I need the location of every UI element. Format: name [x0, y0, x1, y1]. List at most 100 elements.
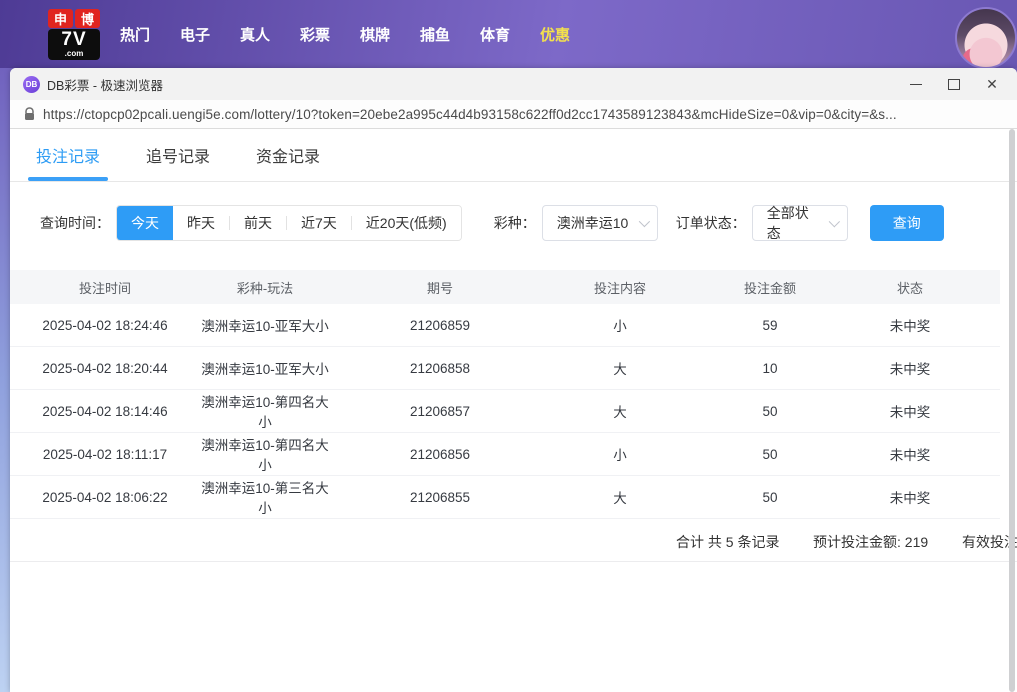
minimize-icon [910, 84, 922, 85]
record-tabs: 投注记录 追号记录 资金记录 [10, 129, 1017, 182]
cell-bet-content: 小 [550, 433, 690, 476]
table-row: 2025-04-02 18:11:17 澳洲幸运10-第四名大小 2120685… [10, 433, 1000, 476]
cell-status: 未中奖 [850, 304, 970, 347]
summary-expected-amount: 预计投注金额: 219 [813, 532, 928, 552]
cell-bet-content: 大 [550, 347, 690, 390]
vertical-scrollbar[interactable] [1009, 129, 1015, 692]
col-bet-amount: 投注金额 [690, 270, 850, 304]
nav-item-chess[interactable]: 棋牌 [345, 24, 405, 45]
time-range-group: 今天 昨天 前天 近7天 近20天(低频) [116, 205, 462, 241]
close-icon: ✕ [986, 77, 998, 91]
order-status-value: 全部状态 [767, 203, 819, 243]
cell-bet-amount: 59 [690, 304, 850, 347]
page-content: 投注记录 追号记录 资金记录 查询时间： 今天 昨天 前天 近7天 近20天(低… [10, 129, 1017, 692]
table-row: 2025-04-02 18:06:22 澳洲幸运10-第三名大小 2120685… [10, 476, 1000, 519]
logo-main-block: 7V .com [48, 29, 100, 60]
cell-bet-content: 大 [550, 476, 690, 519]
cell-bet-time: 2025-04-02 18:24:46 [10, 304, 200, 347]
time-option-today[interactable]: 今天 [117, 206, 173, 240]
bet-records-table: 投注时间 彩种-玩法 期号 投注内容 投注金额 状态 2025-04-02 18… [10, 270, 1000, 519]
tab-bet-records[interactable]: 投注记录 [36, 129, 100, 181]
browser-urlbar[interactable]: https://ctopcp02pcali.uengi5e.com/lotter… [10, 100, 1017, 129]
tab-fund-records[interactable]: 资金记录 [256, 129, 320, 181]
col-bet-content: 投注内容 [550, 270, 690, 304]
cell-lottery-play: 澳洲幸运10-第四名大小 [200, 433, 330, 476]
url-text[interactable]: https://ctopcp02pcali.uengi5e.com/lotter… [43, 107, 897, 122]
minimize-button[interactable] [897, 68, 935, 100]
col-bet-time: 投注时间 [10, 270, 200, 304]
browser-window: DB DB彩票 - 极速浏览器 ✕ https://ctopcp02pcali.… [10, 68, 1017, 692]
logo-red-badge-right: 博 [75, 9, 100, 28]
status-filter-label: 订单状态： [676, 213, 746, 233]
search-button[interactable]: 查询 [870, 205, 944, 241]
cell-bet-content: 小 [550, 304, 690, 347]
chevron-down-icon [829, 216, 840, 227]
logo-main-text: 7V [61, 30, 86, 50]
maximize-icon [948, 79, 960, 90]
site-nav-menu: 热门 电子 真人 彩票 棋牌 捕鱼 体育 优惠 [105, 0, 585, 68]
col-lottery-play: 彩种-玩法 [200, 270, 330, 304]
cell-lottery-play: 澳洲幸运10-第四名大小 [200, 390, 330, 433]
time-option-20days[interactable]: 近20天(低频) [352, 206, 461, 240]
summary-row: 合计 共 5 条记录 预计投注金额: 219 有效投注 [10, 519, 1017, 562]
time-option-7days[interactable]: 近7天 [287, 206, 351, 240]
lottery-filter-label: 彩种： [494, 213, 536, 233]
site-nav-bar: 申 博 7V .com 热门 电子 真人 彩票 棋牌 捕鱼 体育 优惠 [0, 0, 1017, 68]
cell-issue: 21206859 [330, 304, 550, 347]
cell-status: 未中奖 [850, 433, 970, 476]
cell-lottery-play: 澳洲幸运10-亚军大小 [200, 347, 330, 390]
window-controls: ✕ [897, 68, 1011, 100]
maximize-button[interactable] [935, 68, 973, 100]
summary-total-records: 合计 共 5 条记录 [676, 532, 779, 552]
cell-status: 未中奖 [850, 390, 970, 433]
cell-bet-amount: 50 [690, 433, 850, 476]
nav-item-sports[interactable]: 体育 [465, 24, 525, 45]
cell-issue: 21206857 [330, 390, 550, 433]
nav-item-lottery[interactable]: 彩票 [285, 24, 345, 45]
cell-bet-amount: 50 [690, 390, 850, 433]
cell-bet-time: 2025-04-02 18:06:22 [10, 476, 200, 519]
table-row: 2025-04-02 18:20:44 澳洲幸运10-亚军大小 21206858… [10, 347, 1000, 390]
logo-sub-text: .com [65, 50, 84, 58]
cell-bet-time: 2025-04-02 18:14:46 [10, 390, 200, 433]
user-avatar[interactable] [955, 7, 1017, 69]
cell-issue: 21206856 [330, 433, 550, 476]
lottery-select-value: 澳洲幸运10 [557, 213, 629, 233]
cell-lottery-play: 澳洲幸运10-第三名大小 [200, 476, 330, 519]
cell-bet-content: 大 [550, 390, 690, 433]
nav-item-promo[interactable]: 优惠 [525, 24, 585, 45]
cell-bet-amount: 10 [690, 347, 850, 390]
table-header-row: 投注时间 彩种-玩法 期号 投注内容 投注金额 状态 [10, 270, 1000, 304]
cell-lottery-play: 澳洲幸运10-亚军大小 [200, 304, 330, 347]
browser-app-icon: DB [23, 76, 40, 93]
col-issue: 期号 [330, 270, 550, 304]
window-titlebar[interactable]: DB DB彩票 - 极速浏览器 ✕ [10, 68, 1017, 100]
cell-status: 未中奖 [850, 476, 970, 519]
time-option-yesterday[interactable]: 昨天 [173, 206, 229, 240]
table-row: 2025-04-02 18:14:46 澳洲幸运10-第四名大小 2120685… [10, 390, 1000, 433]
cell-issue: 21206858 [330, 347, 550, 390]
cell-bet-amount: 50 [690, 476, 850, 519]
window-title: DB彩票 - 极速浏览器 [47, 75, 163, 94]
table-row: 2025-04-02 18:24:46 澳洲幸运10-亚军大小 21206859… [10, 304, 1000, 347]
lock-icon [24, 107, 35, 121]
cell-issue: 21206855 [330, 476, 550, 519]
nav-item-live[interactable]: 真人 [225, 24, 285, 45]
nav-item-electronic[interactable]: 电子 [165, 24, 225, 45]
nav-item-hot[interactable]: 热门 [105, 24, 165, 45]
col-status: 状态 [850, 270, 970, 304]
logo-red-badge-left: 申 [48, 9, 73, 28]
cell-bet-time: 2025-04-02 18:20:44 [10, 347, 200, 390]
close-button[interactable]: ✕ [973, 68, 1011, 100]
chevron-down-icon [638, 216, 649, 227]
lottery-select[interactable]: 澳洲幸运10 [542, 205, 658, 241]
nav-item-fishing[interactable]: 捕鱼 [405, 24, 465, 45]
filter-row: 查询时间： 今天 昨天 前天 近7天 近20天(低频) 彩种： 澳洲幸运10 订… [10, 205, 1017, 241]
time-filter-label: 查询时间： [40, 213, 110, 233]
time-option-day-before[interactable]: 前天 [230, 206, 286, 240]
cell-status: 未中奖 [850, 347, 970, 390]
site-logo[interactable]: 申 博 7V .com [46, 9, 102, 60]
cell-bet-time: 2025-04-02 18:11:17 [10, 433, 200, 476]
tab-chase-records[interactable]: 追号记录 [146, 129, 210, 181]
order-status-select[interactable]: 全部状态 [752, 205, 848, 241]
